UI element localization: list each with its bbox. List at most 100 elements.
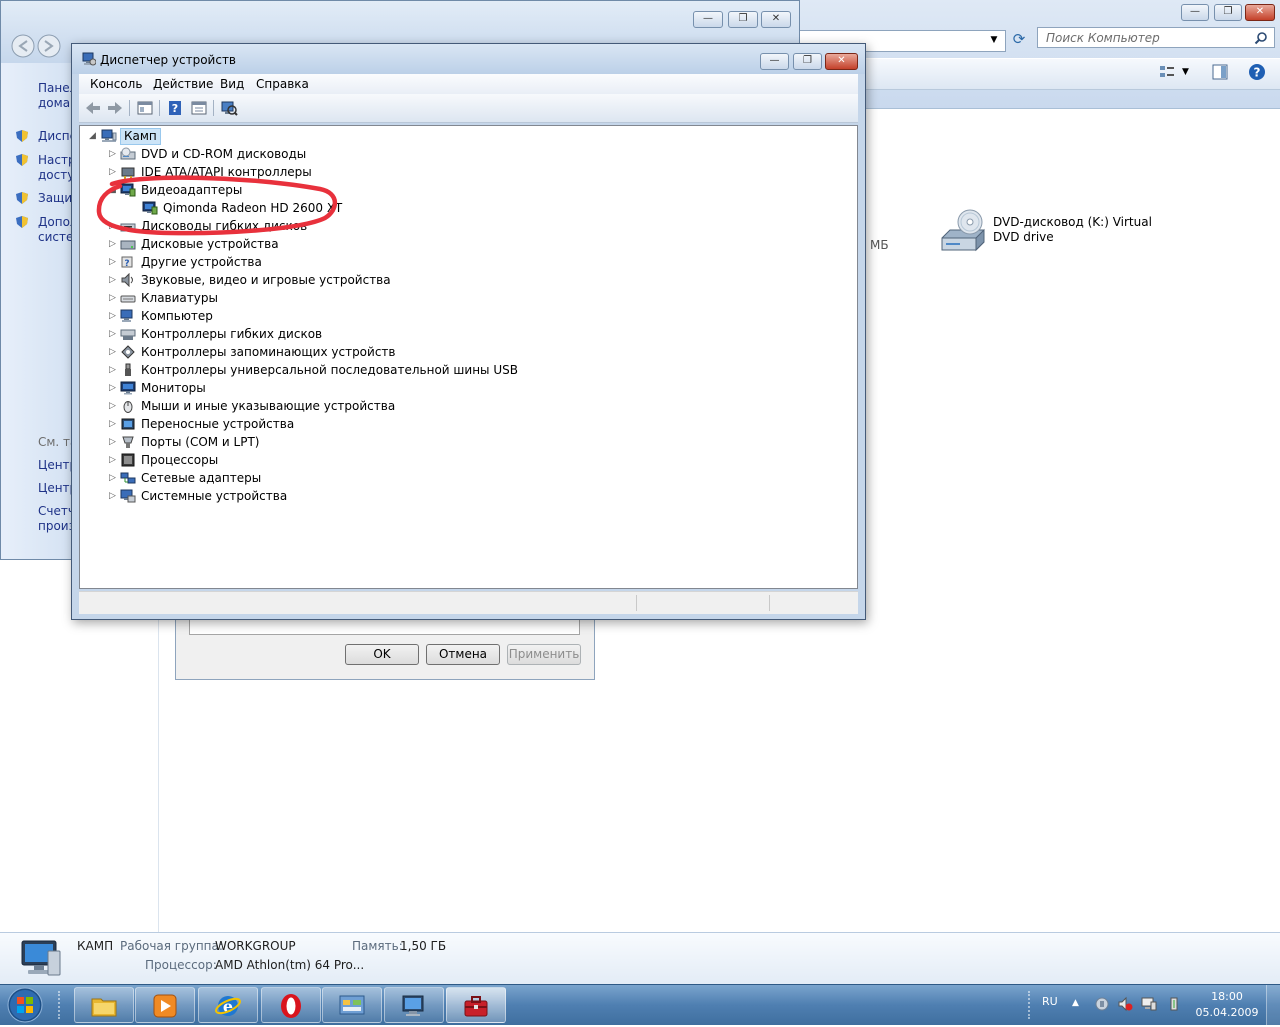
cp-minimize-button[interactable]: — <box>693 11 723 28</box>
scan-hardware-icon[interactable] <box>219 98 239 118</box>
media-player-icon <box>151 992 179 1020</box>
memory-label: Память: <box>352 939 403 953</box>
computer-tray-icon[interactable] <box>1141 996 1157 1012</box>
minimize-button[interactable]: — <box>760 53 789 70</box>
taskbar-device-manager-button[interactable] <box>446 987 506 1023</box>
dvd-drive-tile[interactable]: DVD-дисковод (K:) Virtual DVD drive <box>940 208 1180 258</box>
change-view-icon[interactable] <box>1159 64 1175 80</box>
cp-close-button[interactable]: ✕ <box>761 11 791 28</box>
taskbar-opera-button[interactable] <box>261 987 321 1023</box>
expand-arrow-icon[interactable]: ▷ <box>108 451 117 469</box>
help-icon[interactable]: ? <box>1248 63 1266 81</box>
close-button[interactable]: ✕ <box>825 53 858 70</box>
taskbar-explorer-button[interactable] <box>74 987 134 1023</box>
shield-icon <box>15 153 29 167</box>
taskbar-system-button[interactable] <box>384 987 444 1023</box>
cp-maximize-button[interactable]: ❐ <box>728 11 758 28</box>
device-category[interactable]: ▷ Переносные устройства <box>80 415 780 433</box>
cp-link-remote[interactable]: Настр <box>38 153 76 168</box>
device-category[interactable]: ▷ Мыши и иные указывающие устройства <box>80 397 780 415</box>
explorer-minimize-button[interactable]: — <box>1181 4 1209 21</box>
portable-device-icon <box>120 417 136 431</box>
shield-icon <box>15 129 29 143</box>
forward-arrow-icon[interactable] <box>105 98 125 118</box>
start-button[interactable] <box>2 986 48 1024</box>
computer-icon <box>18 939 62 979</box>
refresh-icon[interactable]: ⟳ <box>1008 28 1030 50</box>
device-label: Порты (COM и LPT) <box>141 435 260 449</box>
cancel-button[interactable]: Отмена <box>426 644 500 665</box>
menu-action[interactable]: Действие <box>148 76 218 92</box>
show-hide-console-tree-icon[interactable] <box>135 98 155 118</box>
menu-view[interactable]: Вид <box>215 76 249 92</box>
menu-console[interactable]: Консоль <box>85 76 147 92</box>
view-dropdown-icon[interactable]: ▼ <box>1182 64 1192 80</box>
expand-arrow-icon[interactable]: ▷ <box>108 487 117 505</box>
maximize-button[interactable]: ❐ <box>793 53 822 70</box>
expand-arrow-icon[interactable]: ▷ <box>108 469 117 487</box>
usb-icon <box>120 363 136 377</box>
memory-value: 1,50 ГБ <box>400 939 447 953</box>
device-label: Мыши и иные указывающие устройства <box>141 399 396 413</box>
cp-see-link-3[interactable]: Счетч <box>38 504 75 519</box>
toolbar: ? <box>79 94 858 123</box>
device-category[interactable]: ▷ Процессоры <box>80 451 780 469</box>
device-label: Контроллеры запоминающих устройств <box>141 345 396 359</box>
expand-arrow-icon[interactable]: ▷ <box>108 415 117 433</box>
volume-icon[interactable] <box>1117 996 1133 1012</box>
address-dropdown-icon[interactable]: ▼ <box>985 30 1003 50</box>
taskbar-control-panel-button[interactable] <box>322 987 382 1023</box>
search-icon[interactable] <box>1254 28 1268 55</box>
device-category[interactable]: ▷ Контроллеры универсальной последователь… <box>80 361 780 379</box>
show-hidden-icons-icon[interactable]: ▲ <box>1072 998 1084 1008</box>
help-book-icon[interactable]: ? <box>165 98 185 118</box>
power-tray-icon[interactable] <box>1166 996 1182 1012</box>
drive-size-text: МБ <box>870 238 889 252</box>
status-separator <box>636 595 637 611</box>
clock-time[interactable]: 18:00 <box>1200 990 1254 1003</box>
device-category[interactable]: ▷ Порты (COM и LPT) <box>80 433 780 451</box>
expand-arrow-icon[interactable]: ▷ <box>108 343 117 361</box>
back-forward-buttons[interactable] <box>11 34 65 58</box>
explorer-maximize-button[interactable]: ❐ <box>1214 4 1242 21</box>
network-adapter-icon <box>120 471 136 485</box>
taskbar: e RU ▲ 18:00 05.04.2009 <box>0 984 1280 1025</box>
taskbar-grip <box>58 991 66 1019</box>
device-category[interactable]: ▷ Сетевые адаптеры <box>80 469 780 487</box>
toolbar-separator <box>129 100 130 116</box>
dvd-drive-label: DVD-дисковод (K:) Virtual DVD drive <box>993 215 1152 244</box>
device-category[interactable]: ▷ Контроллеры гибких дисков <box>80 325 780 343</box>
device-category[interactable]: ▷ Контроллеры запоминающих устройств <box>80 343 780 361</box>
apply-button[interactable]: Применить <box>507 644 581 665</box>
network-tray-icon[interactable] <box>1094 996 1110 1012</box>
device-manager-title-bar[interactable]: Диспетчер устройств — ❐ ✕ <box>72 44 865 74</box>
device-manager-app-icon[interactable] <box>82 52 97 66</box>
internet-explorer-icon: e <box>214 992 242 1020</box>
properties-icon[interactable] <box>189 98 209 118</box>
cp-link-remote-2[interactable]: досту <box>38 168 74 183</box>
device-category[interactable]: ▷ Мониторы <box>80 379 780 397</box>
taskbar-ie-button[interactable]: e <box>198 987 258 1023</box>
clock-date[interactable]: 05.04.2009 <box>1194 1006 1260 1019</box>
processor-value: AMD Athlon(tm) 64 Pro... <box>215 958 365 972</box>
menu-help[interactable]: Справка <box>251 76 314 92</box>
expand-arrow-icon[interactable]: ▷ <box>108 379 117 397</box>
expand-arrow-icon[interactable]: ▷ <box>108 361 117 379</box>
preview-pane-icon[interactable] <box>1212 64 1228 80</box>
explorer-close-button[interactable]: ✕ <box>1245 4 1275 21</box>
device-category[interactable]: ▷ Системные устройства <box>80 487 780 505</box>
expand-arrow-icon[interactable]: ▷ <box>108 325 117 343</box>
ok-button[interactable]: OK <box>345 644 419 665</box>
expand-arrow-icon[interactable]: ▷ <box>108 397 117 415</box>
control-panel-icon <box>338 992 366 1020</box>
taskbar-media-player-button[interactable] <box>135 987 195 1023</box>
back-arrow-icon[interactable] <box>83 98 103 118</box>
language-indicator[interactable]: RU <box>1042 995 1058 1008</box>
svg-text:?: ? <box>172 102 178 115</box>
cp-see-link-3b[interactable]: произ <box>38 519 75 534</box>
details-pane: КАМП Рабочая группа: WORKGROUP Память: 1… <box>0 932 1280 985</box>
shield-icon <box>15 215 29 229</box>
show-desktop-button[interactable] <box>1266 985 1280 1025</box>
search-input[interactable]: Поиск Компьютер <box>1037 27 1275 48</box>
expand-arrow-icon[interactable]: ▷ <box>108 433 117 451</box>
